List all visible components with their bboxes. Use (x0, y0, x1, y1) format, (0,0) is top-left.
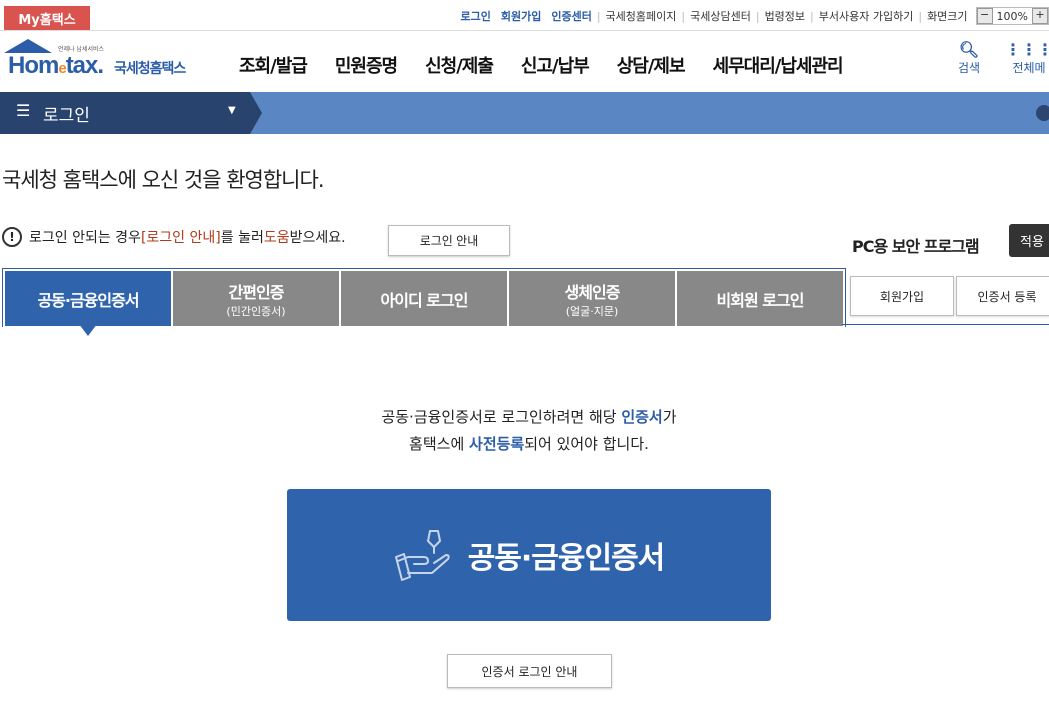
hamburger-icon: ☰ (16, 101, 31, 120)
tab-simple-auth[interactable]: 간편인증 (민간인증서) (173, 271, 339, 326)
util-dept-user-link[interactable]: 부서사용자 가입하기 (814, 8, 919, 24)
warning-icon: ! (2, 227, 22, 247)
zoom-value: 100% (996, 9, 1028, 23)
tab-joint-financial-cert[interactable]: 공동·금융인증서 (5, 271, 171, 326)
active-tab-pointer (79, 324, 97, 336)
nav-report-pay[interactable]: 신고/납부 (507, 52, 603, 78)
cert-info-text: 공동·금융인증서로 로그인하려면 해당 인증서가 홈택스에 사전등록되어 있어야… (381, 408, 677, 453)
utility-links: 로그인 회원가입 인증센터 | 국세청홈페이지 | 국세상담센터 | 법령정보 … (455, 7, 1049, 25)
chevron-down-icon: ▼ (228, 105, 236, 116)
site-header: 언제나 납세서비스 Hometax. 국세청홈택스 조회/발급 민원증명 신청/… (0, 31, 1049, 91)
util-signup-link[interactable]: 회원가입 (496, 8, 546, 24)
zoom-control: − 100% + (975, 7, 1049, 25)
breadcrumb-arrow (250, 92, 262, 134)
logo-roof-icon (4, 39, 52, 53)
hand-certificate-icon (394, 530, 450, 581)
nav-inquiry[interactable]: 조회/발급 (225, 52, 321, 78)
grid-menu-icon: ⋮⋮⋮ (1005, 40, 1049, 59)
top-utility-bar: My홈택스 로그인 회원가입 인증센터 | 국세청홈페이지 | 국세상담센터 |… (0, 0, 1049, 31)
util-cert-center-link[interactable]: 인증센터 (546, 8, 596, 24)
joint-financial-cert-login-button[interactable]: 공동·금융인증서 (287, 489, 771, 621)
cert-login-guide-button[interactable]: 인증서 로그인 안내 (447, 654, 612, 688)
my-hometax-tab[interactable]: My홈택스 (4, 6, 90, 30)
breadcrumb[interactable]: ☰ 로그인 ▼ (0, 92, 250, 134)
screen-size-label: 화면크기 (927, 10, 968, 23)
zoom-out-button[interactable]: − (976, 8, 993, 24)
settings-icon[interactable] (1036, 105, 1049, 121)
util-login-link[interactable]: 로그인 (455, 8, 495, 24)
main-nav: 조회/발급 민원증명 신청/제출 신고/납부 상담/제보 세무대리/납세관리 (225, 52, 857, 78)
pc-security-apply-button[interactable]: 적용 (1009, 224, 1049, 257)
page-title: 국세청 홈택스에 오신 것을 환영합니다. (2, 168, 324, 192)
tab-underline (842, 324, 1049, 325)
login-help-line: ! 로그인 안되는 경우 [로그인 안내] 를 눌러 도움 받으세요. (2, 227, 346, 247)
signup-button[interactable]: 회원가입 (850, 276, 954, 316)
zoom-in-button[interactable]: + (1032, 8, 1048, 24)
nav-civil-cert[interactable]: 민원증명 (321, 52, 411, 78)
tab-id-login[interactable]: 아이디 로그인 (341, 271, 507, 326)
big-button-label: 공동·금융인증서 (467, 541, 666, 576)
login-guide-button[interactable]: 로그인 안내 (388, 225, 510, 256)
nav-consult-report[interactable]: 상담/제보 (603, 52, 699, 78)
pc-security-label: PC용 보안 프로그램 (852, 237, 980, 256)
search-icon: 🔍︎ (958, 40, 980, 59)
cert-register-button[interactable]: 인증서 등록 (956, 276, 1049, 316)
search-button[interactable]: 🔍︎ 검색 (958, 41, 980, 76)
tab-non-member-login[interactable]: 비회원 로그인 (677, 271, 843, 326)
util-nts-home-link[interactable]: 국세청홈페이지 (601, 8, 682, 24)
util-law-info-link[interactable]: 법령정보 (760, 8, 810, 24)
all-menu-button[interactable]: ⋮⋮⋮ 전체메 (1005, 41, 1049, 76)
login-method-tabs: 공동·금융인증서 간편인증 (민간인증서) 아이디 로그인 생체인증 (얼굴·지… (2, 268, 846, 327)
breadcrumb-label: 로그인 (43, 106, 90, 126)
tab-biometric-auth[interactable]: 생체인증 (얼굴·지문) (509, 271, 675, 326)
nav-apply-submit[interactable]: 신청/제출 (411, 52, 507, 78)
hometax-logo[interactable]: 언제나 납세서비스 Hometax. 국세청홈택스 (2, 39, 207, 81)
nav-tax-agent[interactable]: 세무대리/납세관리 (699, 52, 857, 78)
logo-nts-text: 국세청홈택스 (114, 61, 186, 77)
login-guide-link-text: [로그인 안내] (140, 230, 221, 246)
logo-wordmark: Hometax. (8, 52, 104, 79)
util-consult-center-link[interactable]: 국세상담센터 (685, 8, 756, 24)
location-bar: ☰ 로그인 ▼ (0, 92, 1049, 134)
